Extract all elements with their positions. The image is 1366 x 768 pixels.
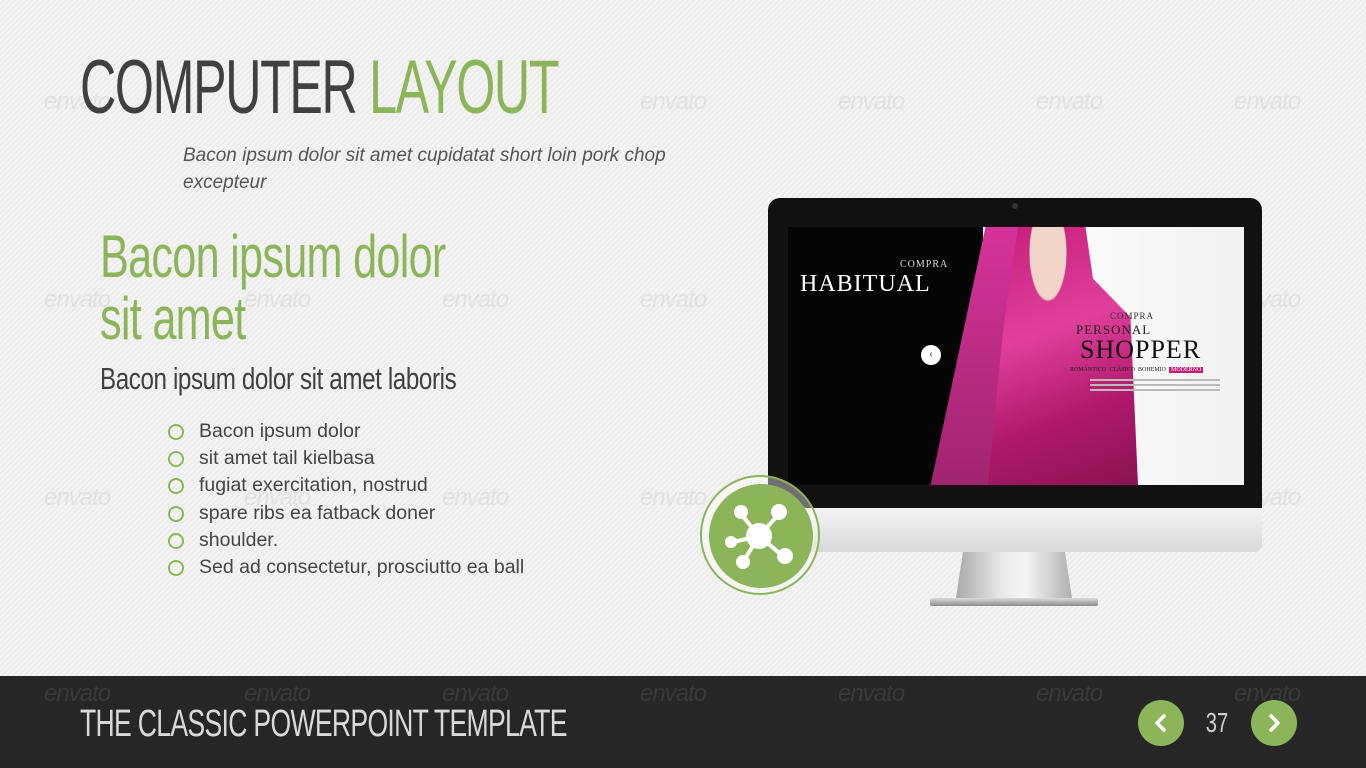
screen-compra-label: COMPRA — [900, 259, 949, 270]
circle-bullet-icon — [168, 560, 184, 577]
list-item: fugiat exercitation, nostrud — [168, 472, 524, 499]
monitor-base — [930, 598, 1098, 606]
screen-category: CLÁSICO — [1109, 367, 1136, 373]
list-item-text: shoulder. — [199, 528, 279, 551]
list-item: Sed ad consectetur, prosciutto ea ball — [168, 554, 524, 581]
screen-category: ROMÁNTICO — [1070, 367, 1107, 373]
screen-category-active: MODERNO — [1169, 367, 1204, 373]
chevron-right-icon — [1269, 714, 1280, 732]
chevron-left-icon — [1155, 714, 1166, 732]
screen-compra-label-2: COMPRA — [1110, 311, 1155, 321]
footer-bar: envato envato envato envato envato envat… — [0, 676, 1366, 768]
list-item-text: sit amet tail kielbasa — [199, 447, 375, 470]
screen-chevron-left-icon: ‹ — [921, 345, 941, 365]
list-item-text: Bacon ipsum dolor — [199, 420, 361, 442]
circle-bullet-icon — [168, 451, 184, 468]
title-accent: LAYOUT — [369, 45, 559, 130]
watermark: envato — [44, 484, 111, 511]
camera-icon — [1012, 203, 1018, 209]
watermark: envato — [1234, 88, 1301, 115]
list-item: sit amet tail kielbasa — [168, 445, 524, 472]
monitor-chin — [768, 508, 1262, 552]
headline: Bacon ipsum dolor sit amet — [100, 226, 446, 350]
circle-bullet-icon — [168, 478, 184, 495]
watermark: envato — [838, 680, 905, 707]
list-item: shoulder. — [168, 527, 524, 554]
screen-habitual-label: HABITUAL — [800, 271, 931, 297]
headline-line-2: sit amet — [100, 285, 246, 352]
screen-shopper-label: SHOPPER — [1080, 335, 1202, 364]
slide-title: COMPUTER LAYOUT — [80, 50, 559, 126]
list-item-text: Sed ad consectetur, prosciutto ea ball — [199, 556, 525, 579]
circle-bullet-icon — [168, 505, 184, 522]
next-slide-button[interactable] — [1251, 700, 1297, 746]
watermark: envato — [838, 88, 905, 115]
list-item: spare ribs ea fatback doner — [168, 500, 524, 527]
watermark: envato — [640, 484, 707, 511]
watermark: envato — [640, 680, 707, 707]
list-item-text: spare ribs ea fatback doner — [199, 501, 436, 524]
prev-slide-button[interactable] — [1138, 700, 1184, 746]
watermark: envato — [640, 286, 707, 313]
monitor-screen: COMPRA HABITUAL COMPRA PERSONAL SHOPPER … — [788, 227, 1244, 485]
monitor-bezel: COMPRA HABITUAL COMPRA PERSONAL SHOPPER … — [768, 198, 1262, 508]
monitor-stand — [956, 552, 1072, 598]
screen-category: BOHEMIO — [1138, 367, 1167, 373]
list-item-text: fugiat exercitation, nostrud — [199, 474, 428, 497]
watermark: envato — [1036, 680, 1103, 707]
title-dark: COMPUTER — [80, 45, 358, 130]
share-network-icon — [725, 504, 793, 569]
watermark: envato — [640, 88, 707, 115]
circle-bullet-icon — [168, 532, 184, 549]
slide-subtitle: Bacon ipsum dolor sit amet cupidatat sho… — [183, 145, 666, 193]
circle-bullet-icon — [168, 424, 184, 440]
subheadline: Bacon ipsum dolor sit amet laboris — [100, 361, 457, 396]
page-number: 37 — [1205, 707, 1229, 738]
badge — [709, 484, 813, 588]
watermark: envato — [1036, 88, 1103, 115]
screen-categories: ROMÁNTICO CLÁSICO BOHEMIO MODERNO — [1070, 367, 1204, 373]
list-item: Bacon ipsum dolor — [168, 418, 524, 445]
screen-body-text — [1090, 379, 1220, 394]
bullet-list: Bacon ipsum dolor sit amet tail kielbasa… — [168, 418, 524, 581]
watermark: envato — [442, 286, 509, 313]
headline-line-1: Bacon ipsum dolor — [100, 223, 446, 290]
footer-title: THE CLASSIC POWERPOINT TEMPLATE — [80, 703, 567, 745]
